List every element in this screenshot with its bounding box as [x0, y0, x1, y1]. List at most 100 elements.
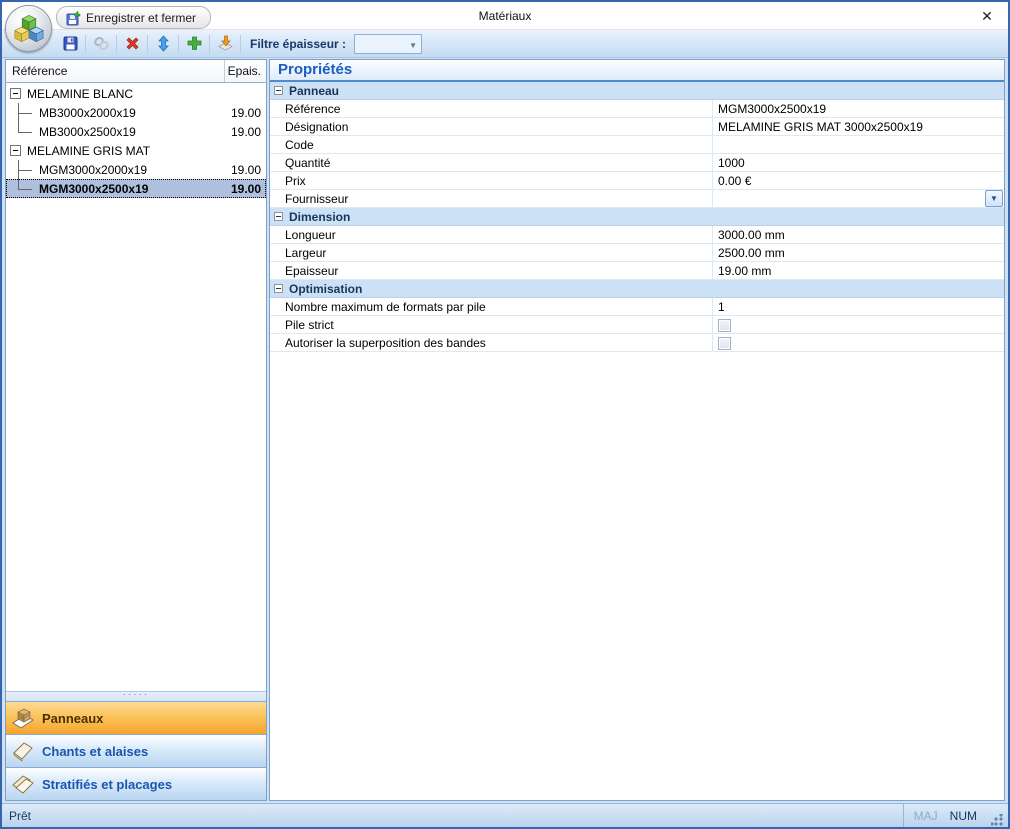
- save-close-label: Enregistrer et fermer: [86, 10, 197, 25]
- status-message: Prêt: [9, 808, 32, 823]
- tree-item[interactable]: MB3000x2500x19 19.00: [6, 122, 266, 141]
- toolbar-separator: [178, 34, 179, 53]
- item-thickness: 19.00: [230, 124, 261, 139]
- save-button[interactable]: [58, 33, 82, 55]
- property-row: Code: [270, 136, 1004, 154]
- item-ref: MGM3000x2000x19: [39, 162, 148, 177]
- app-menu-button[interactable]: [5, 5, 52, 52]
- group-label: MELAMINE BLANC: [27, 86, 134, 101]
- property-value-pile-strict: [713, 316, 1004, 333]
- item-thickness: 19.00: [230, 181, 261, 196]
- column-header-thickness[interactable]: Epais.: [224, 60, 266, 82]
- property-value-designation[interactable]: MELAMINE GRIS MAT 3000x2500x19: [713, 118, 1004, 135]
- toolbar-separator: [85, 34, 86, 53]
- property-row: Désignation MELAMINE GRIS MAT 3000x2500x…: [270, 118, 1004, 136]
- delete-button[interactable]: [120, 33, 144, 55]
- column-header-reference[interactable]: Référence: [6, 60, 224, 82]
- item-thickness: 19.00: [230, 162, 261, 177]
- pile-strict-checkbox[interactable]: [718, 319, 731, 332]
- property-row: Longueur 3000.00 mm: [270, 226, 1004, 244]
- add-button[interactable]: [182, 33, 206, 55]
- num-lock-indicator: NUM: [949, 808, 977, 823]
- property-grid: Panneau Référence MGM3000x2500x19 Désign…: [270, 82, 1004, 800]
- close-button[interactable]: ✕: [974, 4, 1000, 28]
- toolbar-separator: [116, 34, 117, 53]
- link-icon: [93, 35, 110, 52]
- status-bar: Prêt MAJ NUM: [2, 803, 1008, 827]
- property-label: Prix: [270, 172, 713, 189]
- property-label: Pile strict: [270, 316, 713, 333]
- property-label: Autoriser la superposition des bandes: [270, 334, 713, 351]
- property-value-fournisseur[interactable]: ▼: [713, 190, 1004, 207]
- collapse-icon[interactable]: [10, 88, 21, 99]
- panels-icon: [11, 707, 35, 729]
- property-value-code[interactable]: [713, 136, 1004, 153]
- save-icon: [62, 35, 79, 52]
- cubes-logo-icon: [10, 10, 48, 48]
- materials-tree-panel: Référence Epais. MELAMINE BLANC MB3000x2…: [5, 59, 267, 801]
- collapse-icon[interactable]: [274, 284, 283, 293]
- property-label: Code: [270, 136, 713, 153]
- import-button[interactable]: [213, 33, 237, 55]
- property-value-superposition-bandes: [713, 334, 1004, 351]
- item-ref: MB3000x2500x19: [39, 124, 136, 139]
- nav-item-chants-et-alaises[interactable]: Chants et alaises: [6, 734, 266, 767]
- property-value-epaisseur[interactable]: 19.00 mm: [713, 262, 1004, 279]
- import-icon: [217, 35, 234, 52]
- tree-group-melamine-gris-mat[interactable]: MELAMINE GRIS MAT: [6, 141, 266, 160]
- collapse-icon[interactable]: [10, 145, 21, 156]
- property-label: Quantité: [270, 154, 713, 171]
- property-value-prix[interactable]: 0.00 €: [713, 172, 1004, 189]
- property-value-quantite[interactable]: 1000: [713, 154, 1004, 171]
- property-value-largeur[interactable]: 2500.00 mm: [713, 244, 1004, 261]
- section-panneau[interactable]: Panneau: [270, 82, 1004, 100]
- property-label: Référence: [270, 100, 713, 117]
- property-row: Quantité 1000: [270, 154, 1004, 172]
- nav-item-stratifies-et-placages[interactable]: Stratifiés et placages: [6, 767, 266, 800]
- nav-label: Stratifiés et placages: [42, 776, 173, 792]
- toolbar-separator: [147, 34, 148, 53]
- tree-group-melamine-blanc[interactable]: MELAMINE BLANC: [6, 84, 266, 103]
- property-value-reference[interactable]: MGM3000x2500x19: [713, 100, 1004, 117]
- property-label: Largeur: [270, 244, 713, 261]
- group-label: MELAMINE GRIS MAT: [27, 143, 151, 158]
- section-dimension[interactable]: Dimension: [270, 208, 1004, 226]
- property-row: Epaisseur 19.00 mm: [270, 262, 1004, 280]
- property-value-longueur[interactable]: 3000.00 mm: [713, 226, 1004, 243]
- property-label: Longueur: [270, 226, 713, 243]
- tree-item[interactable]: MB3000x2000x19 19.00: [6, 103, 266, 122]
- move-up-down-icon: [155, 35, 172, 52]
- tree-item[interactable]: MGM3000x2000x19 19.00: [6, 160, 266, 179]
- nav-splitter-handle[interactable]: ·····: [6, 689, 266, 701]
- collapse-icon[interactable]: [274, 86, 283, 95]
- chevron-down-icon: ▼: [409, 40, 418, 50]
- item-ref: MB3000x2000x19: [39, 105, 136, 120]
- tree-item-selected[interactable]: MGM3000x2500x19 19.00: [6, 179, 266, 198]
- nav-item-panneaux[interactable]: Panneaux: [6, 701, 266, 734]
- property-row: Prix 0.00 €: [270, 172, 1004, 190]
- property-label: Nombre maximum de formats par pile: [270, 298, 713, 315]
- move-up-down-button[interactable]: [151, 33, 175, 55]
- item-ref: MGM3000x2500x19: [39, 181, 149, 196]
- superposition-bandes-checkbox[interactable]: [718, 337, 731, 350]
- property-value-formats-par-pile[interactable]: 1: [713, 298, 1004, 315]
- filter-thickness-label: Filtre épaisseur :: [250, 36, 347, 51]
- collapse-icon[interactable]: [274, 212, 283, 221]
- property-row: Référence MGM3000x2500x19: [270, 100, 1004, 118]
- filter-thickness-combobox[interactable]: ▼: [354, 33, 423, 54]
- supplier-dropdown-button[interactable]: ▼: [985, 190, 1003, 207]
- section-optimisation[interactable]: Optimisation: [270, 280, 1004, 298]
- property-label: Fournisseur: [270, 190, 713, 207]
- item-thickness: 19.00: [230, 105, 261, 120]
- properties-panel: Propriétés Panneau Référence MGM3000x250…: [269, 59, 1005, 801]
- link-button[interactable]: [89, 33, 113, 55]
- property-label: Epaisseur: [270, 262, 713, 279]
- materials-window: Matériaux ✕ Enregistrer et fermer Filtre…: [0, 0, 1010, 829]
- properties-title: Propriétés: [270, 60, 1004, 82]
- property-row: Largeur 2500.00 mm: [270, 244, 1004, 262]
- toolbar-separator: [209, 34, 210, 53]
- delete-icon: [124, 35, 141, 52]
- resize-grip[interactable]: [991, 814, 1004, 827]
- add-icon: [186, 35, 203, 52]
- save-and-close-button[interactable]: Enregistrer et fermer: [56, 6, 212, 29]
